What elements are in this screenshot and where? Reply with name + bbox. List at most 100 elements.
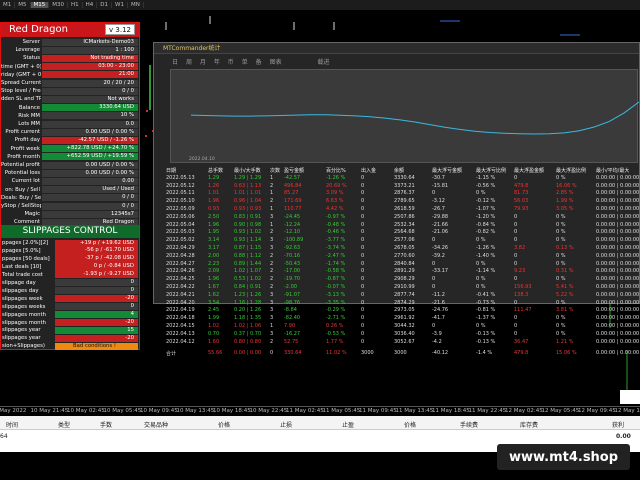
ea-stat-label: Leverage	[15, 47, 40, 54]
stats-row[interactable]: 2022.05.02 3.14 0.93 | 1.14 3 -100.89 -3.77 %…	[166, 237, 640, 245]
mtcommander-window[interactable]: MTCommander统计 日 周 月 年 币 单 备 图表 载进 2022.0…	[153, 42, 640, 357]
stats-cell-count: 3	[270, 237, 274, 244]
stats-row[interactable]: 2022.04.18 1.99 1.18 | 1.35 3 -82.40 -2.71 % 0…	[166, 315, 640, 323]
col-commission[interactable]: 手续费	[460, 420, 478, 429]
stats-header-cell[interactable]: 盈亏金额	[284, 167, 304, 174]
stats-cell-time: 0.00:00 | 0.00:00	[596, 174, 640, 181]
stats-header-cell[interactable]: 最大浮盈比例	[556, 167, 586, 174]
stats-header-cell[interactable]: 总手数	[208, 167, 223, 174]
stats-row[interactable]: 2022.05.10 1.96 0.96 | 1.04 2 171.69 6.63 % 0 2…	[166, 198, 640, 206]
stats-row[interactable]: 2022.04.21 1.62 1.23 | 1.26 3 -91.07 -3.13 % 0…	[166, 292, 640, 300]
ea-stat-value: -42.57 USD / -1.26 %	[42, 136, 138, 145]
stats-cell-date: 2022.05.04	[166, 221, 195, 228]
stats-cell-maxloss: 0	[432, 260, 436, 267]
col-swap[interactable]: 库存费	[520, 420, 538, 429]
stats-row[interactable]: 2022.05.04 1.96 0.90 | 0.98 1 -12.24 -0.48 % 0…	[166, 222, 640, 230]
ea-stat-row: yStop / SellStop 0 / 0	[1, 202, 139, 210]
stats-cell-count: 3	[270, 307, 274, 314]
terminal-balance-row[interactable]: 64 0.00	[0, 433, 640, 443]
stats-cell-winp: 3.05 %	[556, 205, 574, 212]
stats-cell-bal: 2973.05	[394, 307, 415, 314]
stats-cell-date: 2022.04.20	[166, 299, 195, 306]
col-type[interactable]: 类型	[58, 420, 70, 429]
slippage-row: slippages weeks 0	[1, 303, 139, 311]
stats-row[interactable]: 2022.04.19 2.45 0.20 | 1.26 3 -8.84 -0.29 % 0 2…	[166, 307, 640, 315]
stats-header-cell[interactable]: 最大浮亏金额	[432, 167, 462, 174]
tab-load[interactable]: 载进	[318, 59, 330, 66]
tf-d1[interactable]: D1	[97, 2, 113, 8]
stats-row[interactable]: 2022.04.26 2.09 1.02 | 1.07 2 -17.00 -0.58 % 0…	[166, 268, 640, 276]
stats-row[interactable]: 2022.04.25 1.96 0.53 | 1.02 2 -19.70 -0.87 % 0…	[166, 276, 640, 284]
ea-stat-value: Not works	[42, 95, 138, 104]
stats-cell-pct: 4.42 %	[326, 205, 344, 212]
stats-header-cell[interactable]: 余额	[394, 167, 404, 174]
col-profit[interactable]: 获利	[612, 420, 624, 429]
stats-header-cell[interactable]: 百分比%	[326, 167, 346, 174]
tf-h4[interactable]: H4	[83, 2, 98, 8]
tab-backup[interactable]: 备	[256, 59, 262, 66]
col-symbol[interactable]: 交易品种	[144, 420, 168, 429]
stats-row[interactable]: 2022.05.09 0.93 0.93 | 0.93 1 110.77 4.42 % 0 2…	[166, 206, 640, 214]
tab-year[interactable]: 年	[214, 59, 220, 66]
tab-week[interactable]: 周	[186, 59, 192, 66]
stats-cell-minmax: 0.93 | 0.93	[234, 205, 262, 212]
stats-cell-minmax: 0.87 | 1.15	[234, 244, 262, 251]
stats-header-cell[interactable]: 最小/大手数	[234, 167, 261, 174]
stats-cell-pct: -3.13 %	[326, 291, 346, 298]
ea-stat-row: Risk MM 10 %	[1, 112, 139, 120]
stats-header-cell[interactable]: 日期	[166, 167, 176, 174]
stats-cell-maxloss: -4.2	[432, 338, 442, 345]
stats-row[interactable]: 2022.05.06 2.50 0.83 | 0.91 3 -24.45 -0.97 % 0…	[166, 214, 640, 222]
stats-header-cell[interactable]: 最大浮盈金额	[514, 167, 544, 174]
stats-cell-lots: 1.01	[208, 190, 220, 197]
tf-m5[interactable]: M5	[15, 2, 31, 8]
stats-header-cell[interactable]: 次数	[270, 167, 280, 174]
tf-mn[interactable]: MN	[128, 2, 144, 8]
stats-cell-bal: 2961.92	[394, 315, 415, 322]
stats-row[interactable]: 2022.05.13 1.29 1.29 | 1.29 1 -42.57 -1.26 % 0…	[166, 175, 640, 183]
stats-row[interactable]: 2022.04.20 3.54 1.16 | 1.28 3 -98.76 -3.35 % 0…	[166, 300, 640, 308]
stats-row[interactable]: 2022.05.12 1.26 0.63 | 1.13 2 496.84 20.69 % 0…	[166, 183, 640, 191]
stats-cell-count: 3	[270, 291, 274, 298]
plot-date-label: 2022.04.10	[189, 156, 215, 162]
stats-header-cell[interactable]: 最小/平均/最大	[596, 167, 629, 174]
stats-row[interactable]: 2022.04.27 2.23 0.89 | 1.44 2 -50.43 -1.74 % 0…	[166, 261, 640, 269]
col-tp[interactable]: 止盈	[342, 420, 354, 429]
stats-cell-lots: 1.99	[208, 315, 220, 322]
tab-month[interactable]: 月	[200, 59, 206, 66]
tf-m15[interactable]: M15	[30, 2, 50, 8]
stats-cell-lots: 2.45	[208, 307, 220, 314]
stats-cell-count: 3	[270, 330, 274, 337]
stats-row[interactable]: 2022.04.22 1.67 0.84 | 0.91 2 -2.00 -0.07 % 0 2…	[166, 284, 640, 292]
col-price[interactable]: 价格	[218, 420, 230, 429]
stats-row[interactable]: 2022.04.13 0.70 0.37 | 0.70 3 -16.27 -0.53 % 0…	[166, 331, 640, 339]
col-price2[interactable]: 价格	[404, 420, 416, 429]
tf-w1[interactable]: W1	[112, 2, 128, 8]
stats-row[interactable]: 2022.05.11 1.01 1.01 | 1.01 1 85.27 3.09 % 0 28…	[166, 190, 640, 198]
col-lots[interactable]: 手数	[100, 420, 112, 429]
stats-header-cell[interactable]: 出入金	[361, 167, 376, 174]
tab-day[interactable]: 日	[172, 59, 178, 66]
stats-row[interactable]: 2022.05.03 1.95 0.93 | 1.02 2 -12.10 -0.46 % 0…	[166, 229, 640, 237]
tab-chart[interactable]: 图表	[270, 59, 282, 66]
col-time[interactable]: 时间	[6, 420, 18, 429]
tf-m30[interactable]: M30	[49, 2, 68, 8]
stats-row[interactable]: 2022.04.28 2.00 0.88 | 1.12 2 -70.16 -2.47 % 0…	[166, 253, 640, 261]
tf-m1[interactable]: M1	[0, 2, 16, 8]
stats-row[interactable]: 2022.04.15 1.02 1.02 | 1.06 1 7.90 0.26 % 0 304…	[166, 323, 640, 331]
ea-version: v 3.12	[105, 24, 135, 35]
ea-stat-value: ICMarkets-Demo03	[42, 38, 138, 46]
col-sl[interactable]: 止损	[280, 420, 292, 429]
stats-header-cell[interactable]: 最大浮亏比例	[476, 167, 506, 174]
stats-cell-pct: -0.29 %	[326, 307, 346, 314]
stats-cell-date: 合计	[166, 351, 177, 358]
chart-scroll-button[interactable]	[620, 390, 640, 404]
tab-orders[interactable]: 单	[242, 59, 248, 66]
tf-h1[interactable]: H1	[68, 2, 83, 8]
stats-cell-flow: 0	[361, 221, 365, 228]
stats-row[interactable]: 2022.04.12 1.60 0.80 | 0.80 2 52.75 1.77 % 0 30…	[166, 339, 640, 347]
stats-row[interactable]: 2022.04.29 3.17 0.87 | 1.15 3 -92.63 -3.74 % 0…	[166, 245, 640, 253]
stats-total-row[interactable]: 合计 55.66 0.00 | 0.00 0 330.64 11.02 % 3000 3000…	[166, 350, 640, 358]
tab-currency[interactable]: 币	[228, 59, 234, 66]
stats-cell-minmax: 0.88 | 1.12	[234, 252, 262, 259]
